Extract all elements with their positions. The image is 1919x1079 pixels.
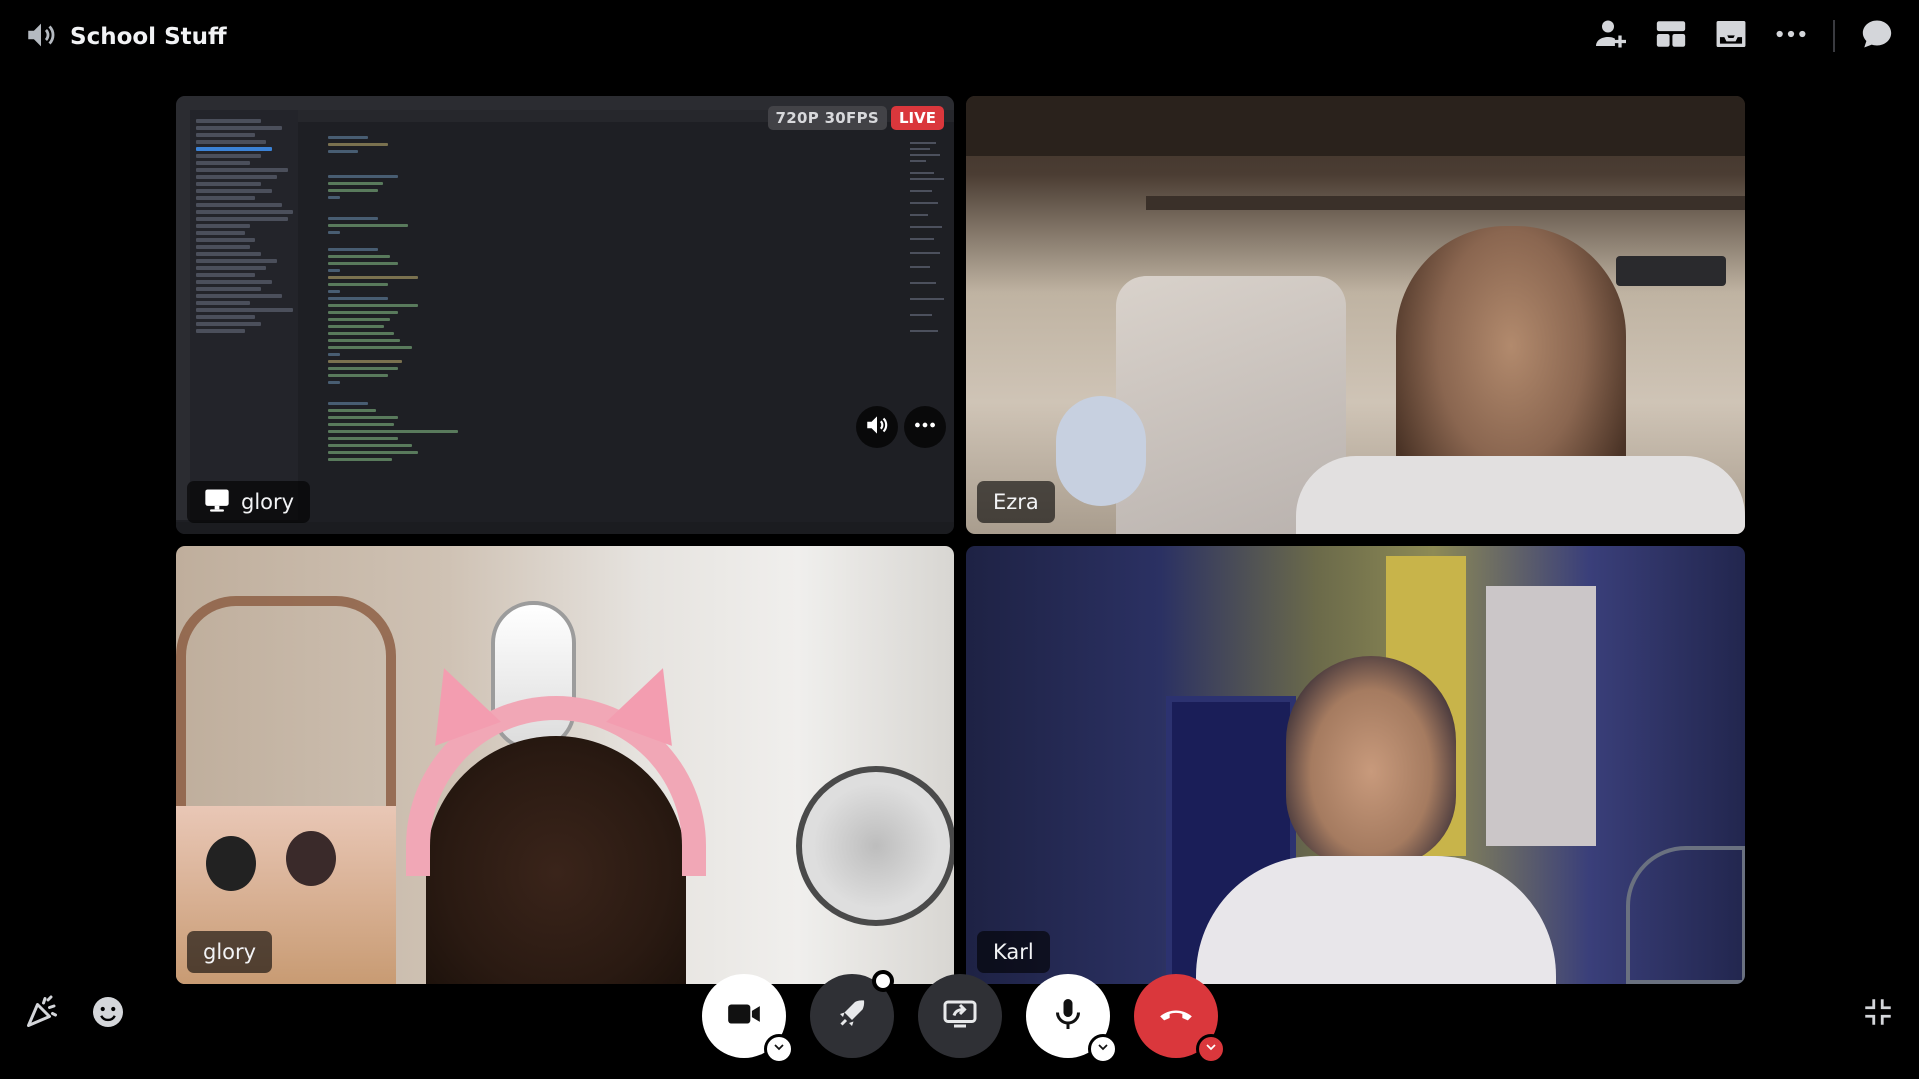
notification-dot	[872, 970, 894, 992]
call-controls	[0, 968, 1919, 1079]
camera-toggle-button[interactable]	[702, 974, 794, 1064]
ellipsis-icon	[912, 412, 938, 442]
bunk-bed-frame	[966, 96, 1745, 156]
channel-title: School Stuff	[70, 24, 227, 50]
stream-more-button[interactable]	[904, 406, 946, 448]
electric-fan	[796, 766, 954, 926]
participant-nametag: Ezra	[977, 481, 1055, 523]
more-options-button[interactable]	[1771, 16, 1811, 56]
participant-nametag: glory	[187, 931, 273, 973]
plush-toy	[206, 836, 256, 891]
exit-fullscreen-button[interactable]	[1858, 994, 1898, 1034]
chevron-down-icon	[1095, 1039, 1111, 1059]
resolution-badge: 720P 30FPS	[767, 106, 887, 130]
participant-name: glory	[203, 940, 257, 964]
screen-share-button[interactable]	[918, 974, 1002, 1058]
ellipsis-icon	[1774, 17, 1808, 55]
person-plus-icon	[1593, 16, 1629, 56]
disconnect-options-button[interactable]	[1196, 1034, 1226, 1064]
speaker-icon	[24, 18, 58, 56]
channel-header: School Stuff	[24, 18, 227, 56]
add-member-button[interactable]	[1591, 16, 1631, 56]
chat-button[interactable]	[1857, 16, 1897, 56]
smiley-icon	[90, 994, 126, 1034]
party-popper-icon	[24, 994, 60, 1034]
participant-tile-karl[interactable]: Karl	[966, 546, 1745, 984]
inbox-button[interactable]	[1711, 16, 1751, 56]
bed-rail	[1146, 196, 1745, 210]
video-camera-icon	[725, 995, 763, 1037]
shared-app-minimap	[910, 142, 944, 332]
toolbar-divider	[1833, 20, 1835, 52]
activities-button[interactable]	[810, 970, 894, 1058]
camera-options-button[interactable]	[764, 1034, 794, 1064]
top-bar: School Stuff	[0, 0, 1919, 72]
shared-app-explorer	[190, 110, 298, 520]
participant-tile-glory[interactable]: glory	[176, 546, 954, 984]
layout-button[interactable]	[1651, 16, 1691, 56]
cabinet-door	[1486, 586, 1596, 846]
soundboard-button[interactable]	[22, 994, 62, 1034]
plush-toy	[1056, 396, 1146, 506]
live-badge: LIVE	[891, 106, 944, 130]
person-shirt	[1296, 456, 1745, 534]
participant-name: Ezra	[993, 490, 1039, 514]
participant-nametag: glory	[187, 481, 311, 523]
phone-hangup-icon	[1157, 995, 1195, 1037]
electric-fan	[1626, 846, 1745, 984]
plush-toy	[286, 831, 336, 886]
participant-name: glory	[241, 490, 295, 514]
rocket-icon	[834, 996, 870, 1036]
person-shirt	[1196, 856, 1556, 984]
microphone-options-button[interactable]	[1088, 1034, 1118, 1064]
inbox-icon	[1714, 17, 1748, 55]
participant-name: Karl	[993, 940, 1034, 964]
participant-nametag: Karl	[977, 931, 1050, 973]
participant-tile-ezra[interactable]: Ezra	[966, 96, 1745, 534]
screen-share-tile[interactable]: 720P 30FPS LIVE glory	[176, 96, 954, 534]
volume-icon	[864, 412, 890, 442]
grid-layout-icon	[1654, 17, 1688, 55]
person-head	[1286, 656, 1456, 866]
monitor-icon	[203, 486, 231, 519]
microphone-toggle-button[interactable]	[1026, 974, 1118, 1064]
top-actions	[1571, 16, 1897, 56]
chat-bubble-icon	[1860, 17, 1894, 55]
chevron-down-icon	[771, 1039, 787, 1059]
screen-share-icon	[942, 996, 978, 1036]
shared-app-code-editor	[298, 122, 938, 520]
printer	[1616, 256, 1726, 286]
disconnect-button[interactable]	[1134, 974, 1226, 1064]
emoji-reaction-button[interactable]	[88, 994, 128, 1034]
stream-badges: 720P 30FPS LIVE	[767, 106, 944, 130]
shared-app-activity-bar	[176, 110, 190, 520]
minimize-arrows-icon	[1861, 995, 1895, 1033]
chevron-down-icon	[1203, 1039, 1219, 1059]
stream-volume-button[interactable]	[856, 406, 898, 448]
shared-app-status-bar	[176, 522, 954, 534]
microphone-icon	[1050, 996, 1086, 1036]
